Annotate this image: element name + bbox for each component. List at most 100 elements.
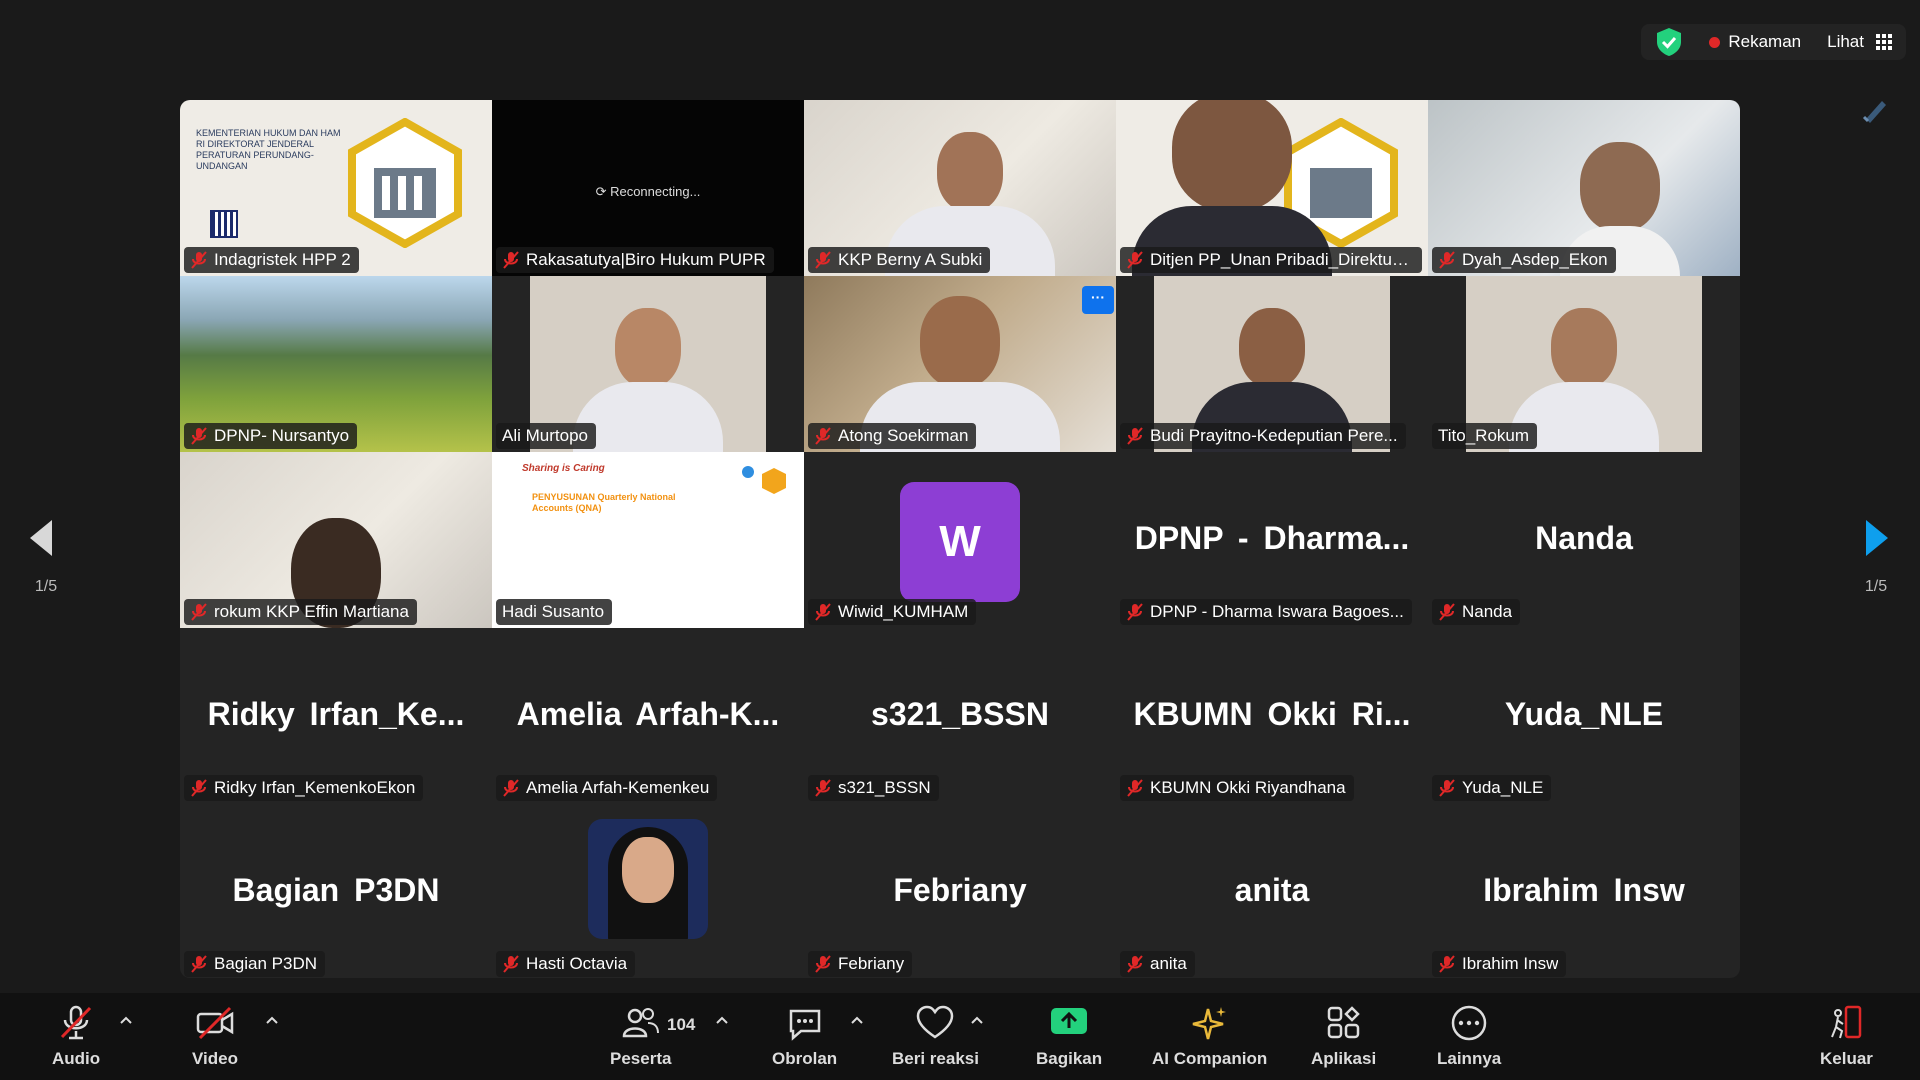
participant-display-name: Amelia Arfah-K...: [516, 696, 780, 732]
participant-tile[interactable]: DPNP - Dharma... DPNP - Dharma Iswara Ba…: [1116, 452, 1428, 628]
participant-tile[interactable]: Ali Murtopo: [492, 276, 804, 452]
participant-tile[interactable]: rokum KKP Effin Martiana: [180, 452, 492, 628]
participant-display-name: s321_BSSN: [871, 696, 1049, 732]
leave-button[interactable]: Keluar: [1820, 1005, 1873, 1069]
participant-tile[interactable]: anita anita: [1116, 804, 1428, 978]
microphone-muted-icon: [815, 251, 831, 269]
reactions-button[interactable]: Beri reaksi: [892, 1005, 979, 1069]
chat-bubble-icon: [789, 1009, 820, 1041]
microphone-muted-icon: [1439, 779, 1455, 797]
participant-name: Bagian P3DN: [214, 954, 318, 973]
ai-companion-button[interactable]: AI Companion: [1152, 1005, 1267, 1069]
participant-name: Dyah_Asdep_Ekon: [1462, 250, 1608, 269]
video-off-icon: [196, 1006, 234, 1040]
participant-name-tag: KKP Berny A Subki: [808, 247, 991, 273]
view-label: Lihat: [1827, 32, 1864, 51]
video-options-caret-icon[interactable]: [265, 1015, 279, 1025]
building-hexagon-logo-icon: [348, 118, 462, 248]
participant-tile[interactable]: Nanda Nanda: [1428, 452, 1740, 628]
page-indicator-left: 1/5: [34, 578, 58, 595]
video-gallery: KEMENTERIAN HUKUM DAN HAM RI DIREKTORAT …: [180, 100, 1740, 978]
share-screen-button[interactable]: Bagikan: [1036, 1005, 1102, 1069]
participant-tile[interactable]: KBUMN Okki Ri... KBUMN Okki Riyandhana: [1116, 628, 1428, 804]
participant-tile[interactable]: Hasti Octavia: [492, 804, 804, 978]
participant-tile[interactable]: W Wiwid_KUMHAM: [804, 452, 1116, 628]
participant-tile[interactable]: Ridky Irfan_Ke... Ridky Irfan_KemenkoEko…: [180, 628, 492, 804]
next-page-arrow-icon[interactable]: [1862, 518, 1892, 558]
participant-tile[interactable]: KKP Berny A Subki: [804, 100, 1116, 276]
audio-label: Audio: [52, 1049, 101, 1068]
participant-name: Febriany: [838, 954, 905, 973]
microphone-muted-icon: [1439, 955, 1455, 973]
view-button[interactable]: Lihat: [1827, 32, 1892, 52]
more-ellipsis-icon: [1451, 1005, 1487, 1041]
participant-name: DPNP - Dharma Iswara Bagoes...: [1150, 602, 1404, 621]
participant-tile[interactable]: Tito_Rokum: [1428, 276, 1740, 452]
participant-tile[interactable]: ··· Atong Soekirman: [804, 276, 1116, 452]
microphone-muted-icon: [503, 955, 519, 973]
participants-options-caret-icon[interactable]: [715, 1015, 729, 1025]
slide-text: KEMENTERIAN HUKUM DAN HAM RI DIREKTORAT …: [196, 128, 341, 171]
video-label: Video: [192, 1049, 238, 1068]
participant-name-tag: Febriany: [808, 951, 913, 977]
participant-name-tag: Ibrahim Insw: [1432, 951, 1567, 977]
participant-tile[interactable]: ⟳ Reconnecting... Rakasatutya|Biro Hukum…: [492, 100, 804, 276]
participant-name-tag: Hadi Susanto: [496, 599, 613, 625]
audio-button[interactable]: Audio: [52, 1005, 100, 1069]
zoom-meeting-window: Rekaman Lihat 1/5 1/5 KEMENTERIAN HUKUM …: [0, 0, 1920, 1080]
participant-name-tag: Indagristek HPP 2: [184, 247, 359, 273]
participant-name-tag: DPNP- Nursantyo: [184, 423, 358, 449]
participant-tile[interactable]: Bagian P3DN Bagian P3DN: [180, 804, 492, 978]
participant-display-name: Bagian P3DN: [232, 872, 440, 908]
participant-tile[interactable]: Febriany Febriany: [804, 804, 1116, 978]
chat-options-caret-icon[interactable]: [850, 1015, 864, 1025]
microphone-muted-icon: [1127, 779, 1143, 797]
participants-button[interactable]: Peserta: [610, 1005, 671, 1069]
participant-tile[interactable]: Ibrahim Insw Ibrahim Insw: [1428, 804, 1740, 978]
microphone-muted-icon: [1127, 603, 1143, 621]
participant-display-name: KBUMN Okki Ri...: [1133, 696, 1411, 732]
participant-name: Yuda_NLE: [1462, 778, 1544, 797]
microphone-muted-icon: [191, 251, 207, 269]
more-options-button[interactable]: ···: [1082, 286, 1114, 314]
audio-options-caret-icon[interactable]: [119, 1015, 133, 1025]
pencil-annotate-icon[interactable]: [1858, 93, 1892, 127]
apps-button[interactable]: Aplikasi: [1311, 1005, 1376, 1069]
chat-button[interactable]: Obrolan: [772, 1005, 837, 1069]
participant-tile[interactable]: Sharing is Caring PENYUSUNAN Quarterly N…: [492, 452, 804, 628]
participant-avatar: W: [900, 482, 1020, 602]
participant-name: Ridky Irfan_KemenkoEkon: [214, 778, 416, 797]
participant-name: KBUMN Okki Riyandhana: [1150, 778, 1346, 797]
participant-tile[interactable]: Amelia Arfah-K... Amelia Arfah-Kemenkeu: [492, 628, 804, 804]
participant-tile[interactable]: Dyah_Asdep_Ekon: [1428, 100, 1740, 276]
participant-name-tag: s321_BSSN: [808, 775, 939, 801]
grid-view-icon: [1876, 34, 1892, 50]
participant-name: anita: [1150, 954, 1187, 973]
participant-name: Indagristek HPP 2: [214, 250, 351, 269]
microphone-muted-icon: [60, 1005, 92, 1040]
slide-subtitle: PENYUSUNAN Quarterly National Accounts (…: [532, 492, 676, 513]
participant-tile[interactable]: Budi Prayitno-Kedeputian Pere...: [1116, 276, 1428, 452]
participant-name-tag: Bagian P3DN: [184, 951, 326, 977]
participant-tile[interactable]: s321_BSSN s321_BSSN: [804, 628, 1116, 804]
more-button[interactable]: Lainnya: [1437, 1005, 1501, 1069]
recording-indicator[interactable]: Rekaman: [1709, 32, 1801, 52]
participant-tile-active-speaker[interactable]: Ditjen PP_Unan Pribadi_Direktur H...: [1116, 100, 1428, 276]
participant-display-name: Febriany: [893, 872, 1027, 908]
participant-name-tag: Dyah_Asdep_Ekon: [1432, 247, 1616, 273]
heart-icon: [917, 1005, 954, 1039]
previous-page-arrow-icon[interactable]: [26, 518, 56, 558]
leave-door-icon: [1831, 1005, 1862, 1039]
participant-name: KKP Berny A Subki: [838, 250, 983, 269]
participant-name: Ditjen PP_Unan Pribadi_Direktur H...: [1150, 250, 1414, 269]
participants-count: 104: [667, 1015, 696, 1034]
participant-tile[interactable]: KEMENTERIAN HUKUM DAN HAM RI DIREKTORAT …: [180, 100, 492, 276]
reactions-options-caret-icon[interactable]: [970, 1015, 984, 1025]
participant-tile[interactable]: Yuda_NLE Yuda_NLE: [1428, 628, 1740, 804]
video-button[interactable]: Video: [192, 1005, 238, 1069]
participant-name-tag: Rakasatutya|Biro Hukum PUPR: [496, 247, 774, 273]
shield-check-icon[interactable]: [1655, 27, 1683, 57]
participant-name-tag: Budi Prayitno-Kedeputian Pere...: [1120, 423, 1406, 449]
participant-tile[interactable]: DPNP- Nursantyo: [180, 276, 492, 452]
participant-name: Wiwid_KUMHAM: [838, 602, 969, 621]
